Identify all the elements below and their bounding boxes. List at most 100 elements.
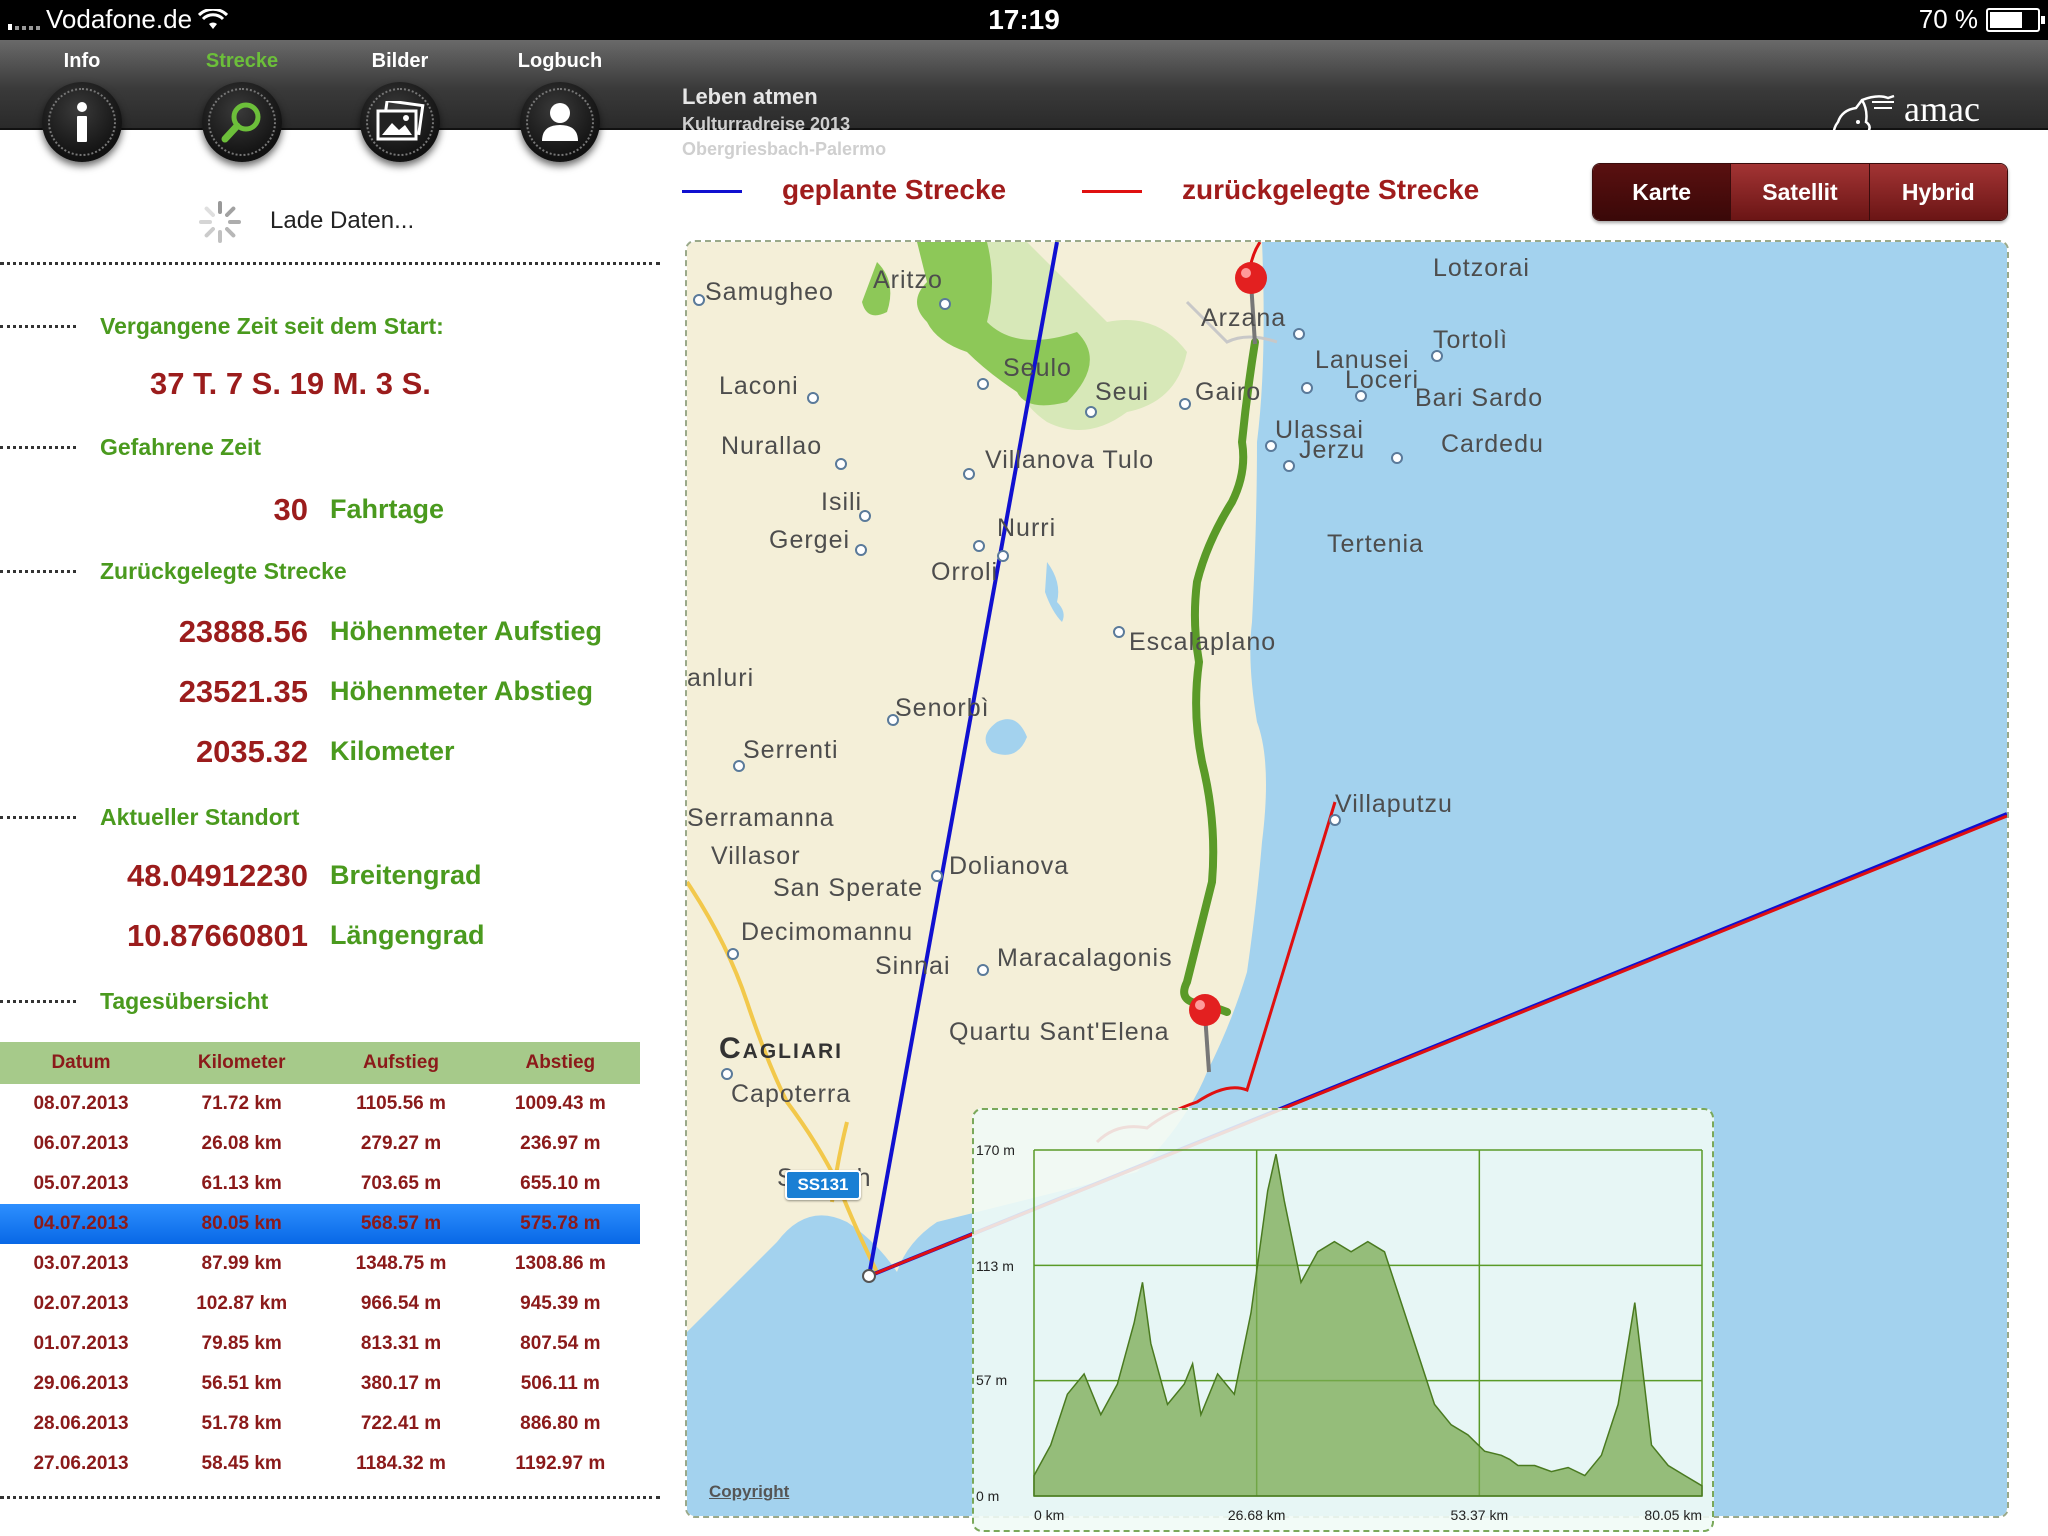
- descent-cell: 575.78 m: [480, 1204, 640, 1244]
- y-tick-label: 113 m: [976, 1258, 1014, 1274]
- table-row[interactable]: 02.07.2013 102.87 km 966.54 m 945.39 m: [0, 1284, 640, 1324]
- divider: [0, 262, 660, 265]
- place-label: Escalaplano: [1129, 628, 1277, 656]
- place-label: Senorbì: [895, 694, 990, 722]
- descent-cell: 1009.43 m: [514, 1093, 606, 1114]
- km-cell: 80.05 km: [162, 1204, 322, 1244]
- status-time: 17:19: [988, 4, 1060, 35]
- table-row[interactable]: 27.06.2013 58.45 km 1184.32 m 1192.97 m: [0, 1444, 640, 1484]
- elevation-area: [1033, 1153, 1703, 1497]
- col-header-km: Kilometer: [162, 1042, 322, 1084]
- place-label: Villanova Tulo: [985, 446, 1155, 474]
- place-label: Tortolì: [1433, 326, 1509, 354]
- place-label: Gairo: [1195, 378, 1262, 406]
- descent-cell: 1192.97 m: [515, 1453, 606, 1474]
- descent-cell: 1308.86 m: [514, 1253, 606, 1274]
- km-unit: Kilometer: [330, 736, 455, 766]
- table-row[interactable]: 01.07.2013 79.85 km 813.31 m 807.54 m: [0, 1324, 640, 1364]
- tab-strecke-label: Strecke: [205, 50, 279, 72]
- logo-brand: amac: [1904, 89, 1980, 129]
- map-type-satellit[interactable]: Satellit: [1730, 164, 1869, 220]
- km-cell: 79.85 km: [201, 1333, 282, 1354]
- ascent-cell: 813.31 m: [360, 1333, 442, 1354]
- descent-value: 23521.35: [178, 674, 308, 709]
- place-label: Lotzorai: [1433, 254, 1530, 282]
- map-type-control: Karte Satellit Hybrid: [1592, 163, 2008, 221]
- ascent-cell: 1105.56 m: [356, 1093, 446, 1114]
- elevation-chart: 170 m 113 m 57 m 0 m 0 km 26.68 km 53.37 km 80.…: [976, 1142, 1703, 1523]
- km-cell: 102.87 km: [196, 1293, 288, 1314]
- app-subtitle-1: Kulturradreise 2013: [682, 114, 851, 134]
- place-dot-icon: [1329, 814, 1341, 826]
- descent-cell: 506.11 m: [520, 1373, 600, 1394]
- map-type-karte[interactable]: Karte: [1593, 164, 1731, 220]
- table-row[interactable]: 28.06.2013 51.78 km 722.41 m 886.80 m: [0, 1404, 640, 1444]
- place-label: Gergei: [769, 526, 851, 554]
- battery-icon: [1986, 7, 2045, 32]
- info-icon: [77, 102, 87, 142]
- longitude-value: 10.87660801: [126, 918, 308, 953]
- descent-cell: 945.39 m: [520, 1293, 601, 1314]
- latitude-unit: Breitengrad: [330, 860, 482, 890]
- travelled-route-swatch: [1082, 190, 1142, 193]
- latitude-value: 48.04912230: [126, 858, 308, 893]
- overview-label: Tagesübersicht: [100, 988, 269, 1014]
- photos-icon: [376, 101, 425, 141]
- table-row[interactable]: 05.07.2013 61.13 km 703.65 m 655.10 m: [0, 1164, 640, 1204]
- col-header-ascent: Aufstieg: [321, 1042, 481, 1084]
- table-row[interactable]: 04.07.2013 80.05 km 568.57 m 575.78 m: [0, 1204, 640, 1244]
- elapsed-label: Vergangene Zeit seit dem Start:: [100, 313, 444, 339]
- elevation-profile-panel: 170 m 113 m 57 m 0 m 0 km 26.68 km 53.37 km 80.…: [972, 1108, 1714, 1532]
- table-row[interactable]: 29.06.2013 56.51 km 380.17 m 506.11 m: [0, 1364, 640, 1404]
- date-cell: 06.07.2013: [33, 1133, 129, 1154]
- place-dot-icon: [721, 1068, 733, 1080]
- battery-status: 70 %: [1919, 4, 2045, 35]
- ascent-cell: 1348.75 m: [355, 1253, 447, 1274]
- date-cell: 27.06.2013: [33, 1453, 129, 1474]
- place-label: Samugheo: [705, 278, 834, 306]
- location-label: Aktueller Standort: [100, 804, 300, 830]
- date-cell: 02.07.2013: [33, 1293, 129, 1314]
- travelled-route-label: zurückgelegte Strecke: [1182, 174, 1480, 205]
- ascent-cell: 722.41 m: [360, 1413, 442, 1434]
- divider: [0, 816, 76, 819]
- place-dot-icon: [1113, 626, 1125, 638]
- descent-cell: 655.10 m: [520, 1173, 601, 1194]
- place-dot-icon: [1391, 452, 1403, 464]
- place-dot-icon: [963, 468, 975, 480]
- place-dot-icon: [859, 510, 871, 522]
- place-dot-icon: [977, 964, 989, 976]
- logo-head-icon: [1832, 94, 1895, 150]
- ascent-cell: 966.54 m: [360, 1293, 442, 1314]
- place-label: Seulo: [1003, 354, 1072, 382]
- map-copyright-link[interactable]: Copyright: [709, 1482, 789, 1502]
- descent-cell: 236.97 m: [520, 1133, 601, 1154]
- col-header-date: Datum: [0, 1042, 162, 1084]
- app-subtitle-2: Obergriesbach-Palermo: [682, 139, 887, 159]
- place-label: Bari Sardo: [1415, 384, 1544, 412]
- place-label: Aritzo: [873, 266, 943, 294]
- place-dot-icon: [835, 458, 847, 470]
- tab-logbuch-label: Logbuch: [517, 50, 603, 72]
- place-label: Nurri: [997, 514, 1057, 542]
- place-label: Seui: [1095, 378, 1150, 406]
- table-row[interactable]: 03.07.2013 87.99 km 1348.75 m 1308.86 m: [0, 1244, 640, 1284]
- km-cell: 61.13 km: [201, 1173, 282, 1194]
- divider: [0, 325, 76, 328]
- date-cell: 08.07.2013: [33, 1093, 129, 1114]
- longitude-unit: Längengrad: [330, 920, 485, 950]
- map-type-hybrid[interactable]: Hybrid: [1868, 164, 2007, 220]
- tab-info-label: Info: [63, 50, 101, 72]
- place-dot-icon: [1179, 398, 1191, 410]
- km-cell: 51.78 km: [201, 1413, 282, 1434]
- place-dot-icon: [931, 870, 943, 882]
- y-tick-label: 0 m: [976, 1488, 999, 1504]
- place-dot-icon: [1355, 390, 1367, 402]
- km-cell: 26.08 km: [201, 1133, 282, 1154]
- km-cell: 58.45 km: [201, 1453, 282, 1474]
- table-row[interactable]: 06.07.2013 26.08 km 279.27 m 236.97 m: [0, 1124, 640, 1164]
- elapsed-value: 37 T. 7 S. 19 M. 3 S.: [150, 366, 431, 401]
- y-tick-label: 170 m: [976, 1142, 1015, 1158]
- date-cell: 05.07.2013: [33, 1173, 129, 1194]
- table-row[interactable]: 08.07.2013 71.72 km 1105.56 m 1009.43 m: [0, 1084, 640, 1124]
